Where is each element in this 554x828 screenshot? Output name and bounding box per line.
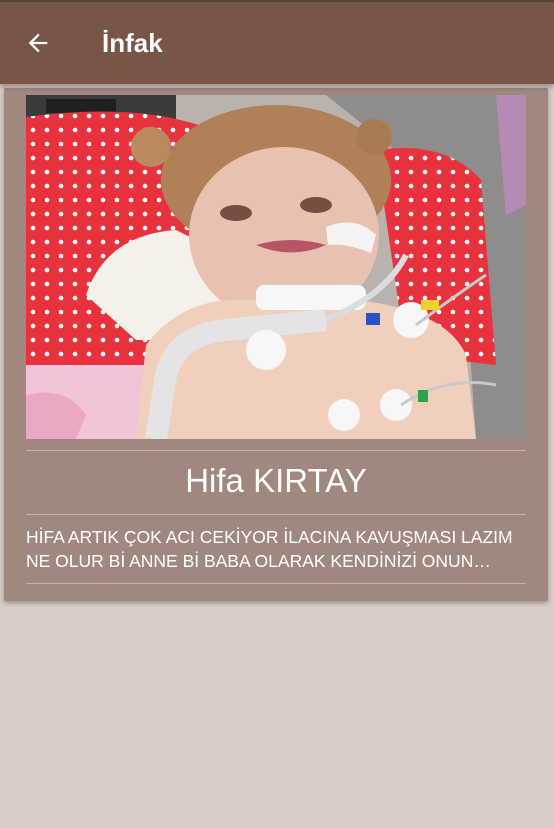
back-button[interactable] [14, 24, 62, 62]
app-bar: İnfak [0, 0, 554, 84]
photo-illustration [26, 95, 526, 439]
card-divider-top [26, 450, 526, 451]
card-divider-middle [26, 514, 526, 515]
arrow-left-icon [28, 33, 48, 53]
page-title: İnfak [102, 28, 163, 58]
child-photo[interactable] [26, 95, 526, 439]
campaign-description: HİFA ARTIK ÇOK ACI CEKİYOR İLACINA KAVUŞ… [26, 527, 513, 571]
campaign-card[interactable]: Hifa KIRTAY HİFA ARTIK ÇOK ACI CEKİYOR İ… [4, 88, 548, 601]
card-divider-bottom [26, 583, 526, 584]
campaign-name: Hifa KIRTAY [185, 462, 367, 499]
status-edge [0, 0, 554, 2]
